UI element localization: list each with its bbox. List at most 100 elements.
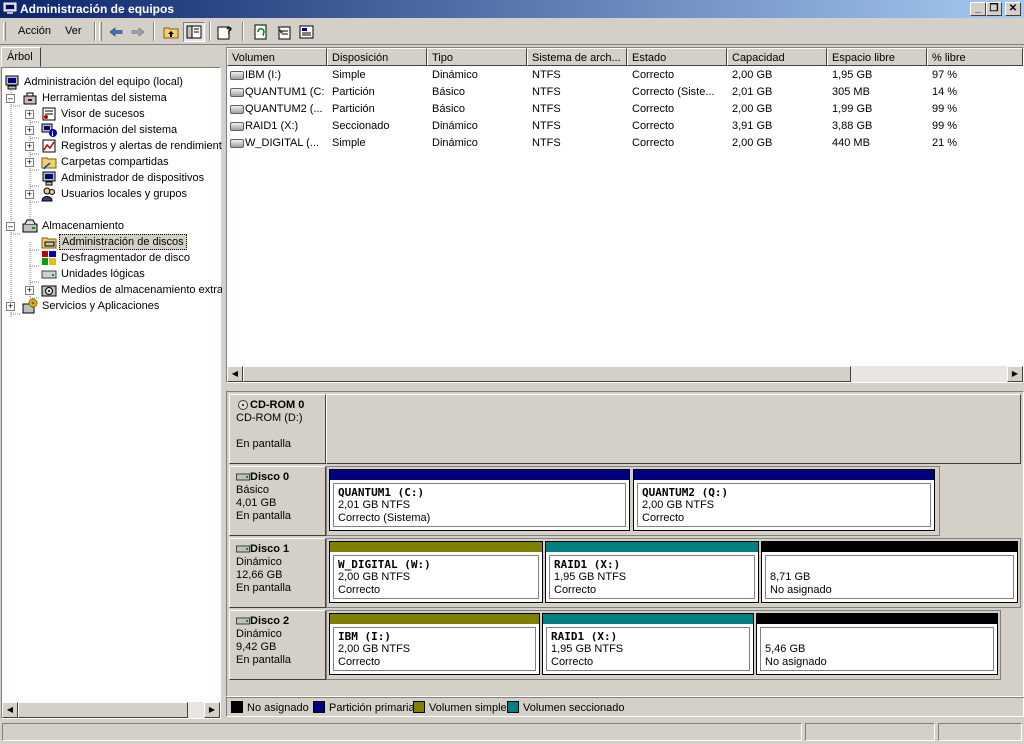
column-header-filesystem[interactable]: Sistema de arch... [527,48,627,66]
help-icon[interactable]: ? [214,22,236,42]
show-tree-icon[interactable] [183,22,205,42]
tree-pane: Árbol Administración del equipo (local) … [0,47,225,719]
table-row[interactable]: W_DIGITAL (... Simple Dinámico NTFS Correcto… [227,135,1023,151]
unallocated-space[interactable]: 8,71 GB No asignado [761,541,1018,603]
disk-type: Dinámico [236,556,282,568]
scroll-thumb[interactable] [243,366,851,382]
column-header-free-space[interactable]: Espacio libre [827,48,927,66]
disk-label-cdrom[interactable]: CD-ROM 0 CD-ROM (D:) En pantalla [229,394,326,464]
minimize-button[interactable]: _ [970,2,986,16]
column-header-volume[interactable]: Volumen [227,48,327,66]
tree-item-perf-logs[interactable]: + Registros y alertas de rendimient [2,138,222,154]
menu-view[interactable]: Ver [65,25,82,37]
scroll-left-button[interactable]: ◀ [2,702,18,718]
table-cell: Dinámico [432,69,478,81]
table-cell: 97 % [932,69,958,81]
tab-tree[interactable]: Árbol [1,47,41,67]
tree-item-storage[interactable]: – Almacenamiento [2,218,220,234]
tree-horizontal-scrollbar[interactable]: ◀ ▶ [2,702,220,718]
legend-striped: Volumen seccionado [507,701,625,714]
restore-button[interactable]: ❐ [986,2,1002,16]
partition-raid1[interactable]: RAID1 (X:) 1,95 GB NTFS Correcto [542,613,754,675]
cdrom-region[interactable] [326,394,1021,464]
expand-toggle[interactable]: + [25,190,34,199]
table-row[interactable]: QUANTUM2 (... Partición Básico NTFS Correcto… [227,101,1023,117]
tree-item-system-info[interactable]: + i Información del sistema [2,122,220,138]
table-cell: Dinámico [432,137,478,149]
services-icon [22,298,38,314]
disk-status: En pantalla [236,438,292,450]
up-folder-icon[interactable] [160,22,182,42]
expand-toggle[interactable]: + [6,302,15,311]
expand-toggle[interactable]: + [25,126,34,135]
table-cell: NTFS [532,86,561,98]
disk-type: Básico [236,484,270,496]
expand-toggle[interactable]: + [25,142,34,151]
column-header-status[interactable]: Estado [627,48,727,66]
disk-label-disk0[interactable]: Disco 0 Básico 4,01 GB En pantalla [229,466,326,536]
disk-size: 9,42 GB [236,641,277,653]
tree-item-event-viewer[interactable]: + Visor de sucesos [2,106,220,122]
tree-item-root[interactable]: Administración del equipo (local) [2,74,220,90]
collapse-toggle[interactable]: – [6,222,15,231]
close-button[interactable]: ✕ [1005,2,1021,16]
column-header-layout[interactable]: Disposición [327,48,427,66]
disk-name: Disco 2 [250,615,290,627]
swatch-striped [507,701,519,713]
horizontal-splitter[interactable] [226,383,1024,391]
properties-icon[interactable] [273,22,295,42]
unallocated-status: No asignado [765,656,827,668]
table-row[interactable]: RAID1 (X:) Seccionado Dinámico NTFS Correcto… [227,118,1023,134]
scroll-right-button[interactable]: ▶ [204,702,220,718]
simple-volume-bar [330,542,542,552]
tree-item-disk-management[interactable]: Administración de discos [2,234,220,250]
scroll-left-button[interactable]: ◀ [227,366,243,382]
disk-label-disk1[interactable]: Disco 1 Dinámico 12,66 GB En pantalla [229,538,326,608]
unallocated-bar [757,614,997,624]
tree-item-removable-storage[interactable]: + Medios de almacenamiento extrai [2,282,225,298]
tree-item-services-apps[interactable]: + Servicios y Aplicaciones [2,298,220,314]
table-cell: 1,99 GB [832,103,873,115]
tree-item-local-users[interactable]: + Usuarios locales y grupos [2,186,220,202]
export-icon[interactable] [296,22,318,42]
refresh-icon[interactable] [250,22,272,42]
tree-label: Visor de sucesos [61,108,145,120]
table-cell: Correcto [632,120,675,132]
table-row[interactable]: QUANTUM1 (C:) Partición Básico NTFS Correcto… [227,84,1023,100]
disk-graphical-view: CD-ROM 0 CD-ROM (D:) En pantalla Disco 0… [226,391,1024,697]
partition-w-digital[interactable]: W_DIGITAL (W:) 2,00 GB NTFS Correcto [329,541,543,603]
scroll-right-button[interactable]: ▶ [1007,366,1023,382]
partition-quantum2[interactable]: QUANTUM2 (Q:) 2,00 GB NTFS Correcto [633,469,935,531]
swatch-unallocated [231,701,243,713]
forward-arrow-icon[interactable] [127,22,149,42]
table-row[interactable]: IBM (I:) Simple Dinámico NTFS Correcto 2,00 G… [227,67,1023,83]
partition-size: 2,00 GB NTFS [338,571,411,583]
expand-toggle[interactable]: + [25,158,34,167]
list-horizontal-scrollbar[interactable]: ◀ ▶ [227,366,1023,382]
expand-toggle[interactable]: + [25,286,34,295]
status-cell-2 [805,723,935,741]
tree-item-shared-folders[interactable]: + Carpetas compartidas [2,154,220,170]
scroll-thumb[interactable] [18,702,188,718]
defragmenter-icon [42,251,56,265]
partition-quantum1[interactable]: QUANTUM1 (C:) 2,01 GB NTFS Correcto (Sis… [329,469,630,531]
cell-volume: IBM (I:) [245,69,282,81]
tree-item-defrag[interactable]: Desfragmentador de disco [2,250,220,266]
expand-toggle[interactable]: + [25,110,34,119]
back-arrow-icon[interactable] [105,22,127,42]
disk-label-disk2[interactable]: Disco 2 Dinámico 9,42 GB En pantalla [229,610,326,680]
tree-item-logical-drives[interactable]: Unidades lógicas [2,266,220,282]
partition-ibm[interactable]: IBM (I:) 2,00 GB NTFS Correcto [329,613,540,675]
menu-action[interactable]: Acción [18,25,51,37]
tree-item-device-manager[interactable]: Administrador de dispositivos [2,170,220,186]
column-header-type[interactable]: Tipo [427,48,527,66]
unallocated-space[interactable]: 5,46 GB No asignado [756,613,998,675]
collapse-toggle[interactable]: – [6,94,15,103]
tree-item-system-tools[interactable]: – Herramientas del sistema [2,90,220,106]
status-cell-main [2,723,802,741]
column-header-percent-free[interactable]: % libre [927,48,1023,66]
storage-icon [22,219,38,233]
column-header-capacity[interactable]: Capacidad [727,48,827,66]
disk-icon [236,545,250,553]
partition-raid1[interactable]: RAID1 (X:) 1,95 GB NTFS Correcto [545,541,759,603]
